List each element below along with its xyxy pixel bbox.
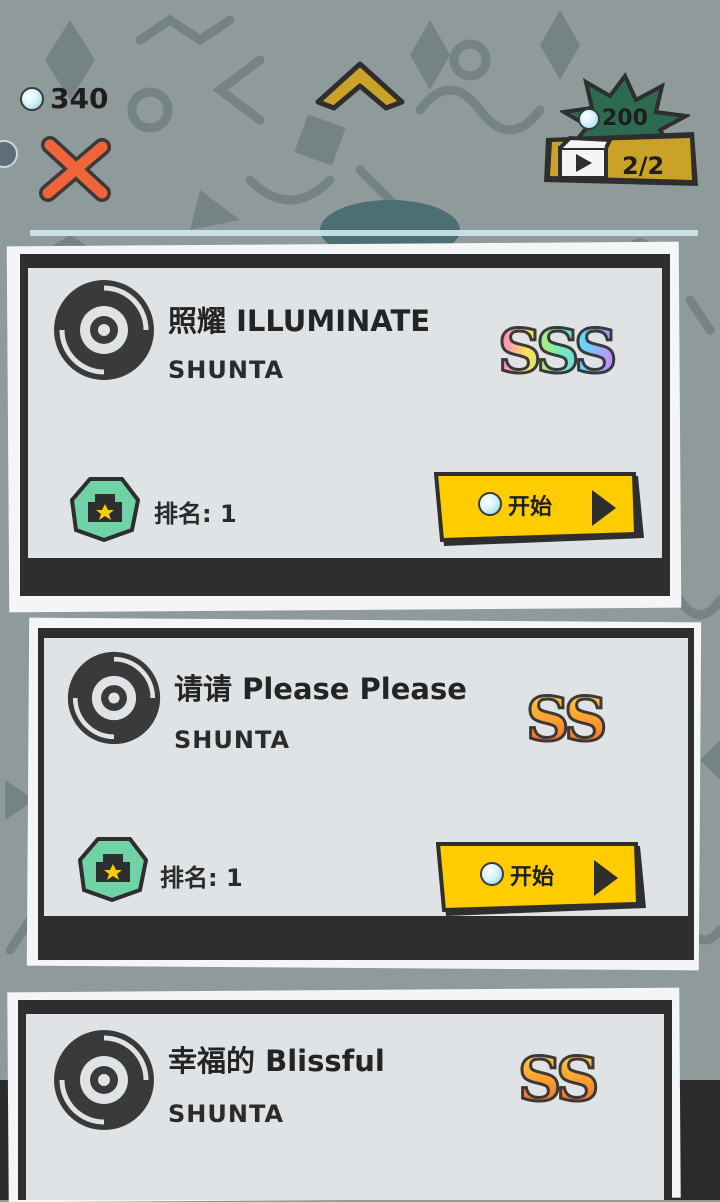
song-card[interactable]: 幸福的 Blissful SHUNTA SS: [7, 987, 681, 1202]
song-artist: SHUNTA: [168, 356, 285, 384]
video-icon: [558, 135, 614, 180]
gem-icon: [478, 492, 502, 516]
video-reward-plate: [544, 132, 698, 186]
rank-badge-icon: [70, 477, 140, 542]
song-card[interactable]: 请请 Please Please SHUNTA SS 排名: 1 开始: [26, 617, 702, 971]
start-button[interactable]: 开始: [434, 472, 646, 548]
scroll-up-button[interactable]: [312, 56, 408, 114]
close-icon: [39, 136, 111, 202]
rank-label: 排名: 1: [154, 500, 237, 528]
rank-label: 排名: 1: [160, 864, 243, 892]
song-artist: SHUNTA: [168, 1100, 285, 1128]
song-title: 请请 Please Please: [174, 672, 467, 706]
song-artist: SHUNTA: [174, 726, 291, 754]
gem-icon: [480, 862, 504, 886]
gem-icon: [20, 86, 44, 111]
disc-icon: [54, 280, 154, 380]
start-button-label: 开始: [508, 495, 553, 520]
video-reward-cost: 200: [578, 106, 648, 131]
up-arrow-icon: [315, 61, 405, 111]
video-reward-button[interactable]: 200 2/2: [540, 72, 710, 212]
grade-badge: SSS: [496, 317, 618, 387]
rank-badge-icon: [78, 837, 148, 902]
video-reward-remaining: 2/2: [622, 152, 665, 180]
start-button-label: 开始: [510, 865, 555, 890]
grade-badge: SS: [524, 685, 608, 755]
song-title: 照耀 ILLUMINATE: [168, 304, 431, 338]
video-reward-cost-value: 200: [602, 106, 648, 131]
list-top-divider: [30, 230, 698, 236]
grade-badge: SS: [516, 1045, 600, 1115]
song-title: 幸福的 Blissful: [168, 1044, 385, 1078]
disc-icon: [67, 651, 161, 745]
disc-icon: [54, 1030, 154, 1130]
gem-counter: 340: [20, 82, 108, 115]
close-button[interactable]: [36, 135, 112, 205]
song-card[interactable]: 照耀 ILLUMINATE SHUNTA SSS 排名: 1 开始: [6, 241, 682, 613]
start-button[interactable]: 开始: [436, 842, 648, 918]
gem-icon: [578, 107, 600, 130]
gem-count-value: 340: [50, 82, 109, 115]
